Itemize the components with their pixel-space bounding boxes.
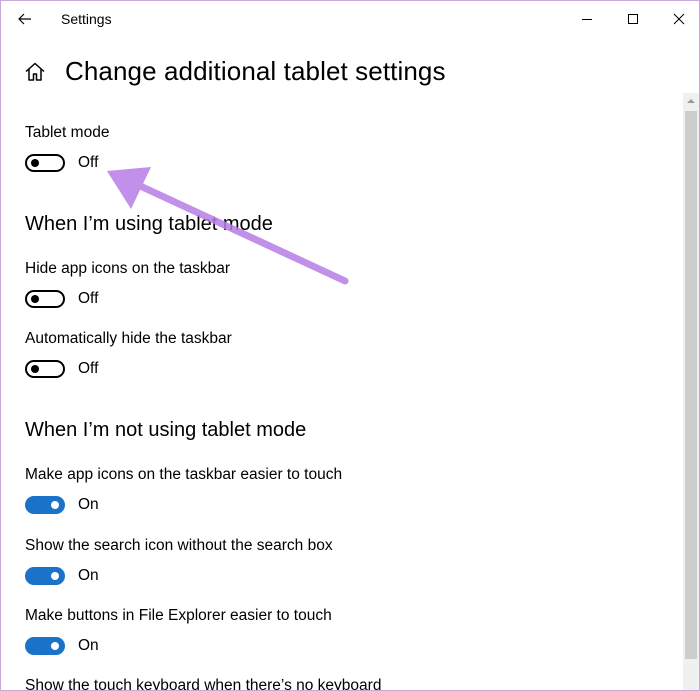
toggle-knob (51, 572, 59, 580)
home-button[interactable] (23, 60, 47, 84)
auto-hide-taskbar-state: Off (78, 360, 99, 377)
toggle-knob (31, 295, 39, 303)
file-explorer-touch-state: On (78, 637, 99, 654)
tablet-mode-toggle[interactable] (25, 154, 65, 172)
search-icon-label: Show the search icon without the search … (25, 537, 333, 554)
tablet-mode-label: Tablet mode (25, 124, 110, 141)
scroll-thumb[interactable] (685, 111, 697, 659)
toggle-knob (51, 642, 59, 650)
easier-touch-state: On (78, 496, 99, 513)
auto-hide-taskbar-toggle[interactable] (25, 360, 65, 378)
file-explorer-touch-label: Make buttons in File Explorer easier to … (25, 607, 332, 624)
hide-app-icons-state: Off (78, 290, 99, 307)
home-icon (25, 62, 45, 81)
section-title-using-tablet-mode: When I’m using tablet mode (25, 213, 273, 235)
vertical-scrollbar[interactable] (683, 93, 699, 690)
section-title-not-using-tablet-mode: When I’m not using tablet mode (25, 419, 307, 441)
easier-touch-toggle-row[interactable]: On (25, 494, 99, 516)
settings-content: Change additional tablet settings Tablet… (1, 1, 681, 690)
toggle-knob (31, 365, 39, 373)
page-title: Change additional tablet settings (65, 56, 446, 86)
file-explorer-touch-toggle-row[interactable]: On (25, 635, 99, 657)
search-icon-toggle-row[interactable]: On (25, 565, 99, 587)
search-icon-state: On (78, 567, 99, 584)
touch-keyboard-label: Show the touch keyboard when there’s no … (25, 677, 382, 691)
auto-hide-taskbar-label: Automatically hide the taskbar (25, 330, 232, 347)
search-icon-toggle[interactable] (25, 567, 65, 585)
tablet-mode-toggle-row[interactable]: Off (25, 152, 98, 174)
toggle-knob (31, 159, 39, 167)
settings-window: Settings Change additional tablet settin… (0, 0, 700, 691)
hide-app-icons-label: Hide app icons on the taskbar (25, 260, 231, 277)
tablet-mode-state: Off (78, 154, 99, 171)
easier-touch-label: Make app icons on the taskbar easier to … (25, 466, 343, 483)
auto-hide-taskbar-toggle-row[interactable]: Off (25, 358, 98, 380)
toggle-knob (51, 501, 59, 509)
easier-touch-toggle[interactable] (25, 496, 65, 514)
scroll-up-button[interactable] (683, 93, 699, 109)
chevron-up-icon (687, 99, 695, 103)
file-explorer-touch-toggle[interactable] (25, 637, 65, 655)
hide-app-icons-toggle[interactable] (25, 290, 65, 308)
hide-app-icons-toggle-row[interactable]: Off (25, 288, 98, 310)
